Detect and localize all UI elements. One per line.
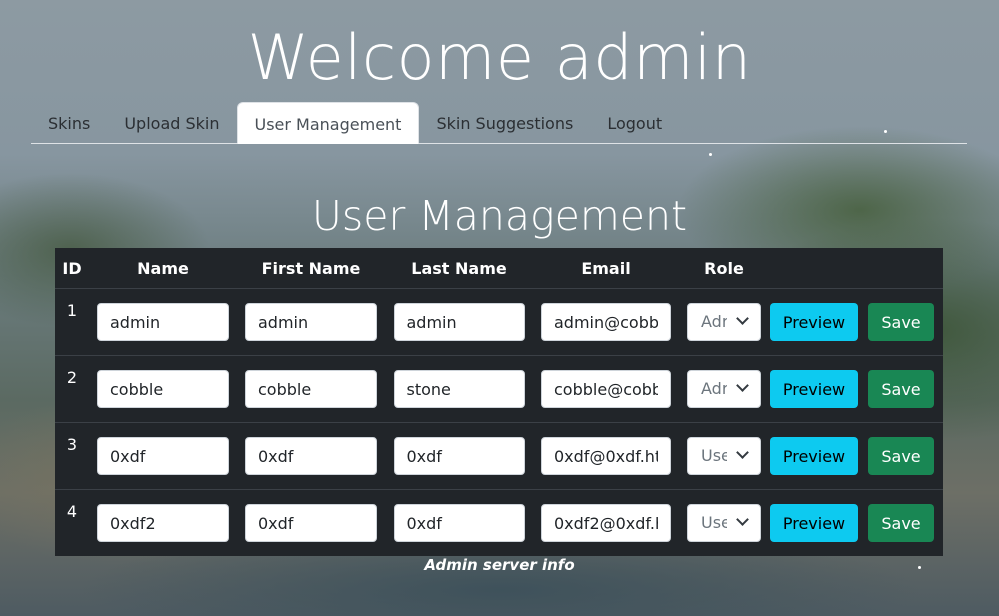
- column-header-id: ID: [55, 248, 89, 289]
- table-row: 1 Adr Preview Save: [55, 288, 943, 356]
- page-title: Welcome admin: [247, 21, 752, 94]
- column-header-preview: [769, 248, 859, 289]
- role-select-value: Use: [701, 513, 727, 532]
- last-name-input[interactable]: [393, 437, 525, 475]
- role-select-value: Adr: [701, 379, 727, 398]
- last-name-input[interactable]: [393, 504, 525, 542]
- role-select-value: Use: [701, 446, 727, 465]
- preview-button[interactable]: Preview: [769, 504, 859, 542]
- nav-tabs: Skins Upload Skin User Management Skin S…: [31, 102, 967, 144]
- role-select[interactable]: Use: [687, 504, 761, 542]
- save-button[interactable]: Save: [868, 437, 934, 475]
- chevron-down-icon: [736, 312, 749, 325]
- email-input[interactable]: [541, 504, 671, 542]
- section-title: User Management: [311, 192, 688, 240]
- column-header-email: Email: [533, 248, 679, 289]
- preview-button[interactable]: Preview: [769, 370, 859, 408]
- first-name-input[interactable]: [245, 437, 377, 475]
- last-name-input[interactable]: [393, 303, 525, 341]
- table-row: 4 Use Preview Save: [55, 490, 943, 557]
- name-input[interactable]: [97, 437, 229, 475]
- first-name-input[interactable]: [245, 504, 377, 542]
- users-table: ID Name First Name Last Name Email Role …: [55, 248, 943, 556]
- tab-skin-suggestions[interactable]: Skin Suggestions: [419, 102, 590, 143]
- table-header-row: ID Name First Name Last Name Email Role: [55, 248, 943, 289]
- row-id: 1: [55, 288, 89, 356]
- email-input[interactable]: [541, 437, 671, 475]
- row-id: 2: [55, 355, 89, 423]
- table-row: 3 Use Preview Save: [55, 422, 943, 490]
- name-input[interactable]: [97, 504, 229, 542]
- chevron-down-icon: [736, 446, 749, 459]
- decor-dot: [709, 153, 712, 156]
- tab-user-management[interactable]: User Management: [236, 102, 420, 144]
- column-header-name: Name: [89, 248, 237, 289]
- column-header-save: [859, 248, 943, 289]
- name-input[interactable]: [97, 303, 229, 341]
- column-header-last-name: Last Name: [385, 248, 533, 289]
- tab-skins[interactable]: Skins: [31, 102, 107, 143]
- role-select[interactable]: Use: [687, 437, 761, 475]
- save-button[interactable]: Save: [868, 303, 934, 341]
- first-name-input[interactable]: [245, 370, 377, 408]
- name-input[interactable]: [97, 370, 229, 408]
- tab-logout[interactable]: Logout: [590, 102, 679, 143]
- admin-server-info-link[interactable]: Admin server info: [0, 556, 999, 574]
- role-select-value: Adr: [701, 312, 727, 331]
- table-row: 2 Adr Preview Save: [55, 355, 943, 423]
- save-button[interactable]: Save: [868, 504, 934, 542]
- chevron-down-icon: [736, 513, 749, 526]
- save-button[interactable]: Save: [868, 370, 934, 408]
- chevron-down-icon: [736, 379, 749, 392]
- last-name-input[interactable]: [393, 370, 525, 408]
- role-select[interactable]: Adr: [687, 370, 761, 408]
- tab-upload-skin[interactable]: Upload Skin: [107, 102, 236, 143]
- column-header-first-name: First Name: [237, 248, 385, 289]
- preview-button[interactable]: Preview: [769, 303, 859, 341]
- row-id: 3: [55, 422, 89, 490]
- row-id: 4: [66, 502, 78, 521]
- email-input[interactable]: [541, 370, 671, 408]
- first-name-input[interactable]: [245, 303, 377, 341]
- email-input[interactable]: [541, 303, 671, 341]
- column-header-role: Role: [679, 248, 769, 289]
- role-select[interactable]: Adr: [687, 303, 761, 341]
- preview-button[interactable]: Preview: [769, 437, 859, 475]
